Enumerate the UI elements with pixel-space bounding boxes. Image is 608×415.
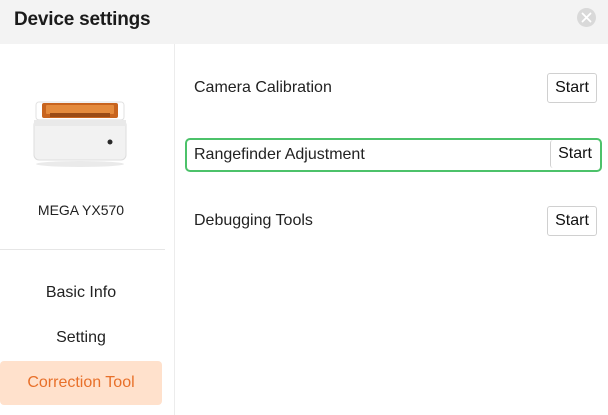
debugging-tools-start-button[interactable]: Start [547, 206, 597, 236]
sidebar-item-basic-info[interactable]: Basic Info [0, 271, 162, 315]
dialog-title: Device settings [14, 9, 151, 30]
sidebar-divider [0, 249, 165, 250]
tool-label: Camera Calibration [194, 79, 332, 96]
sidebar-item-correction-tool[interactable]: Correction Tool [0, 361, 162, 405]
sidebar: MEGA YX570 Basic Info Setting Correction… [0, 44, 175, 415]
device-name: MEGA YX570 [37, 202, 125, 218]
tool-row-camera-calibration: Camera Calibration Start [187, 73, 600, 103]
tool-row-debugging-tools: Debugging Tools Start [187, 206, 600, 236]
device-image [33, 101, 127, 167]
close-icon [581, 12, 592, 23]
sidebar-item-setting[interactable]: Setting [0, 316, 162, 360]
camera-calibration-start-button[interactable]: Start [547, 73, 597, 103]
close-button[interactable] [577, 8, 596, 27]
tool-label: Debugging Tools [194, 212, 313, 229]
dialog-header: Device settings [0, 0, 608, 44]
tool-label: Rangefinder Adjustment [194, 146, 365, 163]
rangefinder-adjustment-start-button[interactable]: Start [550, 140, 599, 168]
tool-row-rangefinder-adjustment: Rangefinder Adjustment Start [185, 138, 602, 172]
